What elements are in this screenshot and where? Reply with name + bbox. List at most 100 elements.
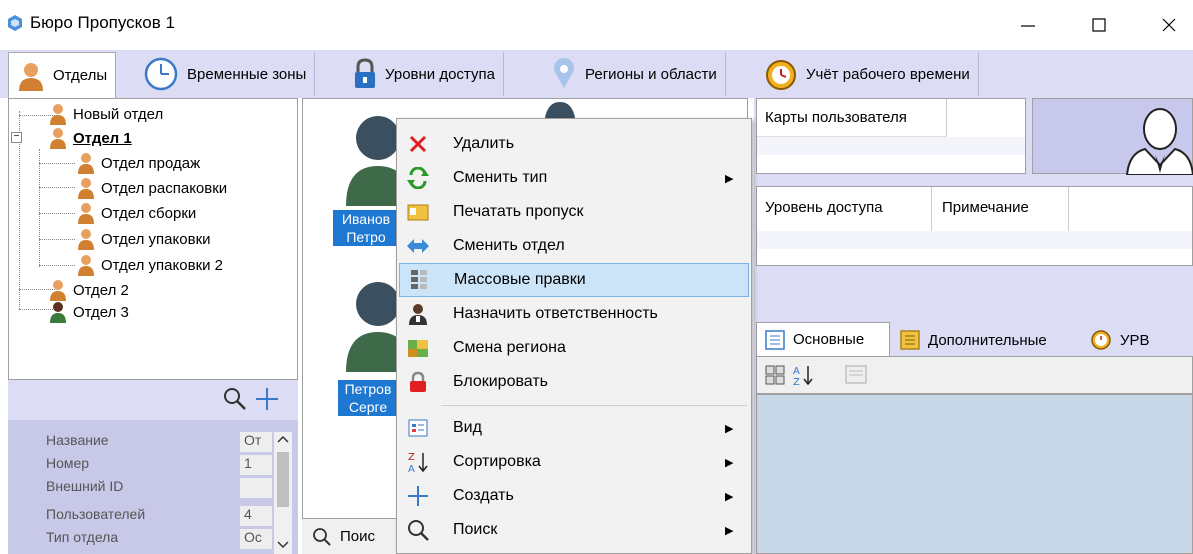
search-button[interactable] [222,386,248,412]
tree-connector [39,213,75,214]
properties-toolbar: AZ [756,356,1193,394]
svg-text:A: A [793,366,800,377]
user-cards-table[interactable]: Карты пользователя [756,98,1026,174]
plus-icon [408,486,428,506]
tree-connector [39,239,75,240]
sort-icon: ZA [408,452,428,474]
tree-item-selected[interactable]: Отдел 1 [49,127,132,149]
menu-item-print-pass[interactable]: Печатать пропуск [399,195,749,229]
delete-icon [409,135,427,153]
tab-access-levels[interactable]: Уровни доступа [345,52,504,96]
menu-item-assign-responsibility[interactable]: Назначить ответственность [399,297,749,331]
tree-connector [39,163,75,164]
app-icon [8,15,22,31]
department-icon [50,280,66,301]
maximize-icon [1092,18,1106,32]
search-tab[interactable]: Поис [302,518,402,554]
menu-item-create[interactable]: Создать ▶ [399,479,749,513]
close-button[interactable] [1146,8,1192,42]
tree-item[interactable]: Отдел распаковки [77,177,227,199]
minimize-button[interactable] [1005,8,1051,42]
menu-item-change-region[interactable]: Смена региона [399,331,749,365]
property-row: Внешний ID [40,478,272,498]
access-level-column: Уровень доступа [757,187,932,231]
note-column: Примечание [932,187,1069,231]
pass-card-icon [407,204,429,221]
user-label[interactable]: Иванов Петро [333,210,399,246]
menu-item-mass-edit[interactable]: Массовые правки [399,263,749,297]
minimize-icon [1021,25,1035,27]
close-icon [1162,18,1176,32]
tree-item[interactable]: Отдел упаковки 2 [77,254,223,276]
user-photo [1032,98,1193,175]
list-icon [765,329,785,350]
maximize-button[interactable] [1076,8,1122,42]
menu-separator [441,405,747,406]
lock-icon [410,371,426,392]
svg-text:Z: Z [408,452,415,463]
menu-item-change-department[interactable]: Сменить отдел [399,229,749,263]
department-icon [78,153,94,174]
menu-item-view[interactable]: Вид ▶ [399,411,749,445]
department-tree[interactable]: Новый отдел − Отдел 1 Отдел продаж Отдел… [8,98,298,380]
menu-item-search[interactable]: Поиск ▶ [399,513,749,547]
svg-text:A: A [408,464,415,474]
lock-icon [355,58,375,88]
tab-time-tracking-props[interactable]: УРВ [1086,324,1176,356]
tree-connector [39,149,40,267]
department-icon [78,229,94,250]
user-silhouette-icon [1125,108,1193,175]
department-icon [50,104,66,125]
svg-text:Z: Z [793,377,800,387]
person-icon [19,62,43,91]
map-pin-icon [554,58,574,88]
menu-item-delete[interactable]: Удалить [399,127,749,161]
menu-item-block[interactable]: Блокировать [399,365,749,399]
property-row: Пользователей 4 [40,506,272,526]
context-menu: Удалить Сменить тип ▶ Печатать пропуск См… [396,118,752,554]
tree-item[interactable]: Отдел 3 [49,301,129,323]
tree-item[interactable]: Отдел упаковки [77,228,211,250]
department-icon [78,203,94,224]
tree-connector [39,265,75,266]
tree-item[interactable]: Отдел продаж [77,152,200,174]
clock-icon [144,57,178,91]
sort-alphabetical-icon[interactable]: AZ [791,363,815,387]
properties-grid[interactable] [756,394,1193,554]
tab-additional[interactable]: Дополнительные [894,324,1078,356]
tab-regions[interactable]: Регионы и области [543,52,726,96]
tab-label: Отделы [53,67,108,84]
categorized-icon[interactable] [765,365,785,385]
property-pages-icon[interactable] [845,365,867,385]
tab-main[interactable]: Основные [756,322,890,356]
tab-label: Учёт рабочего времени [806,65,970,83]
view-icon [408,419,428,437]
user-label[interactable]: Петров Серге [338,380,398,416]
tree-item[interactable]: Новый отдел [49,103,163,125]
scroll-up-icon [277,435,289,443]
department-icon [78,178,94,199]
menu-item-change-type[interactable]: Сменить тип ▶ [399,161,749,195]
tree-item[interactable]: Отдел 2 [49,279,129,301]
scrollbar-thumb[interactable] [277,452,289,507]
department-icon [78,255,94,276]
property-row: Название От [40,432,272,452]
tab-departments[interactable]: Отделы [8,52,117,98]
access-levels-table[interactable]: Уровень доступа Примечание [756,186,1193,266]
menu-item-sort[interactable]: ZA Сортировка ▶ [399,445,749,479]
mass-edit-icon [411,270,427,289]
responsible-person-icon [409,304,427,325]
property-row: Тип отдела Ос [40,529,272,549]
move-arrows-icon [407,239,429,253]
tab-time-tracking[interactable]: Учёт рабочего времени [756,52,979,96]
table-row [757,231,1192,249]
tree-connector [39,187,75,188]
tab-label: Уровни доступа [385,65,495,83]
collapse-toggle[interactable]: − [11,132,22,143]
add-button[interactable] [254,386,280,412]
tree-item[interactable]: Отдел сборки [77,202,196,224]
plus-icon [256,388,278,410]
properties-scrollbar[interactable] [274,432,292,554]
window-title: Бюро Пропусков 1 [30,13,175,32]
tab-time-zones[interactable]: Временные зоны [135,52,316,96]
